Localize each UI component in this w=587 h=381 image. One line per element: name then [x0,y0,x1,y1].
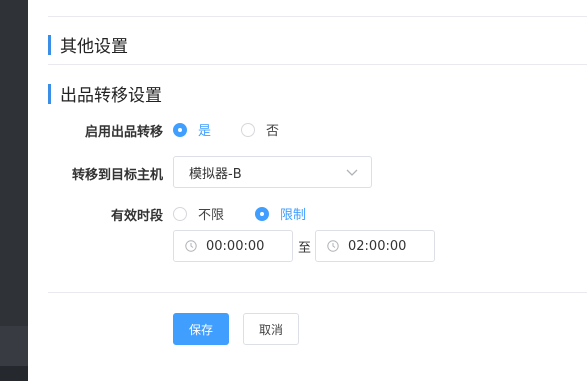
period-unlimited-radio[interactable]: 不限 [173,204,224,223]
sidebar-bottom [0,366,28,381]
radio-circle [173,122,187,137]
start-time-value: 00:00:00 [206,238,265,254]
start-time-input[interactable]: 00:00:00 [173,230,293,262]
select-value: 模拟器-B [189,166,242,182]
radio-label: 不限 [198,208,225,223]
end-time-input[interactable]: 02:00:00 [315,230,435,262]
target-host-label: 转移到目标主机 [71,168,163,183]
cancel-button[interactable]: 取消 [243,313,299,345]
section-accent-bar [48,34,51,55]
enable-transfer-label: 启用出品转移 [84,125,163,140]
radio-label: 限制 [280,208,307,223]
clock-icon [185,240,197,252]
radio-circle [255,206,269,221]
radio-label: 否 [266,124,280,139]
time-range-separator: 至 [298,241,312,256]
section-other-settings: 其他设置 [48,32,128,57]
settings-panel: 其他设置 出品转移设置 启用出品转移 是 否 转移到目标主机 模拟器-B 有效时… [28,0,587,381]
target-host-select[interactable]: 模拟器-B [173,156,372,188]
radio-circle [173,206,187,221]
section-title: 出品转移设置 [60,86,162,106]
save-button[interactable]: 保存 [173,313,229,345]
section-transfer-settings: 出品转移设置 [48,81,162,106]
enable-yes-radio[interactable]: 是 [173,120,211,139]
end-time-value: 02:00:00 [348,238,407,254]
valid-period-label: 有效时段 [110,209,163,224]
divider [48,16,587,17]
section-title: 其他设置 [60,37,128,57]
period-limited-radio[interactable]: 限制 [255,204,306,223]
radio-label: 是 [198,124,212,139]
section-accent-bar [48,83,51,104]
sidebar-backdrop [0,0,28,381]
sidebar-strip [0,326,28,366]
clock-icon [327,240,339,252]
divider [48,292,587,293]
radio-circle [241,122,255,137]
divider [48,64,587,65]
chevron-down-icon [346,169,358,176]
enable-no-radio[interactable]: 否 [241,120,279,139]
